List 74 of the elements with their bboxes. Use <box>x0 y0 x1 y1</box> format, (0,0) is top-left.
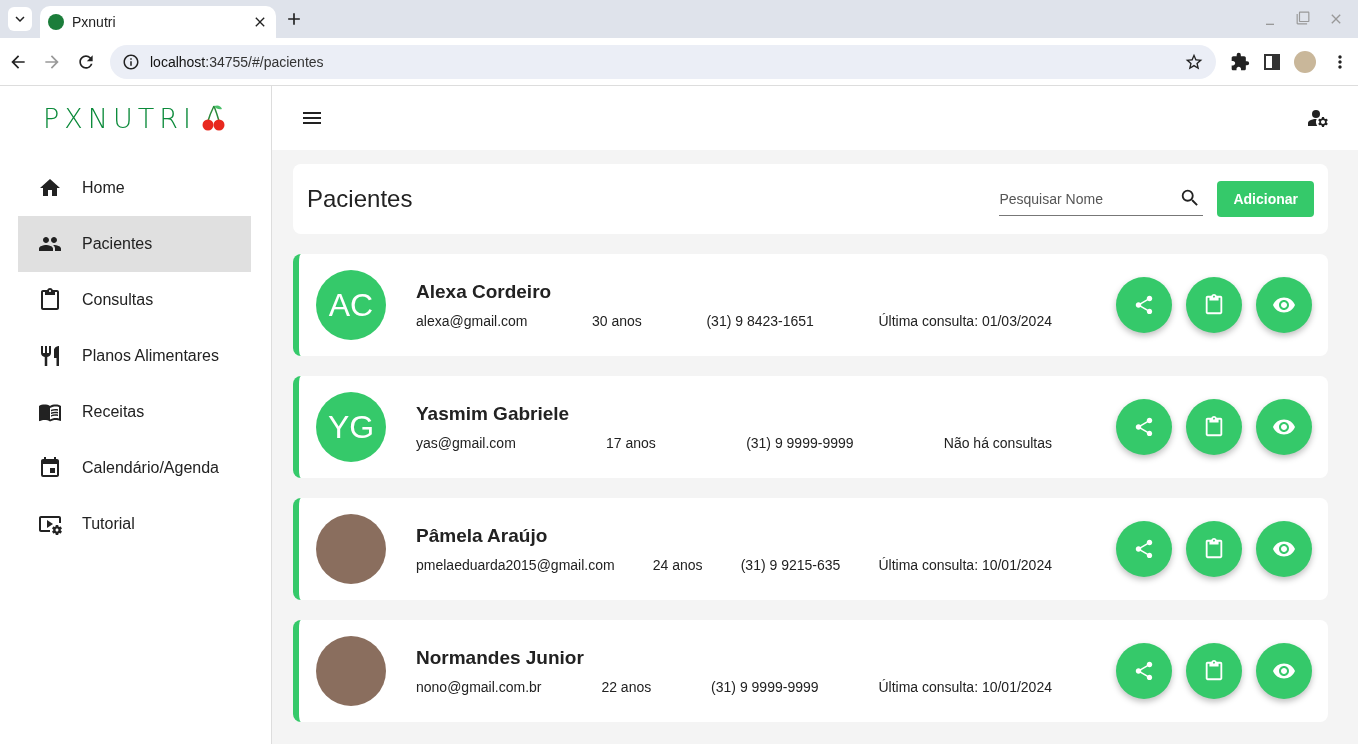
sidebar-label: Receitas <box>82 403 145 421</box>
favicon-icon <box>48 14 64 30</box>
sidebar-label: Tutorial <box>82 515 135 533</box>
address-bar[interactable]: localhost:34755/#/pacientes <box>110 44 1216 79</box>
sidebar-item[interactable]: Calendário/Agenda <box>18 440 251 496</box>
calendar-icon <box>38 456 62 480</box>
patient-age: 17 anos <box>606 435 656 451</box>
sidebar-label: Planos Alimentares <box>82 347 219 365</box>
initials-avatar: YG <box>316 392 386 462</box>
logo-text: PXNUTRI <box>43 102 196 134</box>
clipboard-button[interactable] <box>1186 521 1242 577</box>
share-icon <box>1133 660 1155 682</box>
share-button[interactable] <box>1116 277 1172 333</box>
clipboard-icon <box>1203 660 1225 682</box>
last-visit: Última consulta: 10/01/2024 <box>878 679 1052 695</box>
tab-title: Pxnutri <box>72 14 117 30</box>
patient-age: 30 anos <box>592 313 642 329</box>
patient-name: Yasmim Gabriele <box>416 403 571 425</box>
clipboard-icon <box>1203 294 1225 316</box>
sidebar-item[interactable]: Pacientes <box>18 216 251 272</box>
share-icon <box>1133 294 1155 316</box>
sidebar-label: Calendário/Agenda <box>82 459 219 477</box>
clipboard-button[interactable] <box>1186 643 1242 699</box>
view-button[interactable] <box>1256 643 1312 699</box>
fork-knife-icon <box>38 344 62 368</box>
view-button[interactable] <box>1256 277 1312 333</box>
info-icon[interactable] <box>122 52 140 71</box>
patient-email: yas@gmail.com <box>416 435 516 451</box>
patient-phone: (31) 9 8423-1651 <box>706 313 814 329</box>
search-field[interactable]: Pesquisar Nome <box>999 182 1204 216</box>
url-text: localhost:34755/#/pacientes <box>150 53 324 70</box>
sidebar-label: Consultas <box>82 291 154 309</box>
sidebar-label: Pacientes <box>82 235 153 253</box>
initials-avatar: AC <box>316 270 386 340</box>
sidebar-item[interactable]: Planos Alimentares <box>18 328 251 384</box>
patient-age: 24 anos <box>652 557 703 573</box>
tab-list-button[interactable] <box>8 7 32 31</box>
share-button[interactable] <box>1116 643 1172 699</box>
clipboard-icon <box>38 288 62 312</box>
profile-avatar[interactable] <box>1294 50 1316 73</box>
browser-tab[interactable]: Pxnutri <box>40 6 276 38</box>
clipboard-button[interactable] <box>1186 277 1242 333</box>
last-visit: Última consulta: 01/03/2024 <box>878 313 1052 329</box>
patient-email: pmelaeduarda2015@gmail.com <box>416 557 615 573</box>
patient-age: 22 anos <box>601 679 652 695</box>
view-button[interactable] <box>1256 521 1312 577</box>
clipboard-icon <box>1203 416 1225 438</box>
sidebar-item[interactable]: Consultas <box>18 272 251 328</box>
view-button[interactable] <box>1256 399 1312 455</box>
last-visit: Última consulta: 10/01/2024 <box>878 557 1052 573</box>
share-icon <box>1133 416 1155 438</box>
share-button[interactable] <box>1116 521 1172 577</box>
puzzle-icon[interactable] <box>1230 51 1250 72</box>
clipboard-icon <box>1203 538 1225 560</box>
side-panel-icon[interactable] <box>1264 53 1280 70</box>
patient-name: Normandes Junior <box>416 647 585 669</box>
patient-email: alexa@gmail.com <box>416 313 528 329</box>
sidebar-label: Home <box>82 179 125 197</box>
cherry-icon <box>202 104 226 132</box>
patient-phone: (31) 9 9999-9999 <box>746 435 854 451</box>
restore-icon[interactable] <box>1296 11 1310 25</box>
page-title: Pacientes <box>307 185 414 213</box>
last-visit: Não há consultas <box>943 435 1052 451</box>
patient-phone: (31) 9 9999-9999 <box>711 679 819 695</box>
patient-email: nono@gmail.com.br <box>416 679 542 695</box>
patient-phone: (31) 9 9215-635 <box>740 557 841 573</box>
share-button[interactable] <box>1116 399 1172 455</box>
sidebar-item[interactable]: Receitas <box>18 384 251 440</box>
patient-name: Pâmela Araújo <box>416 525 549 547</box>
patient-name: Alexa Cordeiro <box>416 281 553 303</box>
clipboard-button[interactable] <box>1186 399 1242 455</box>
sidebar-item[interactable]: Home <box>18 160 251 216</box>
sidebar-item[interactable]: Tutorial <box>18 496 251 552</box>
share-icon <box>1133 538 1155 560</box>
